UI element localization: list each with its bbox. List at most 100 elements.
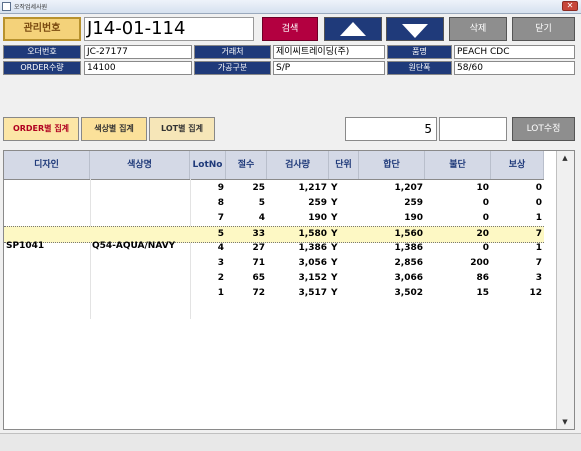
lot-number-input[interactable]: 5: [345, 117, 437, 141]
cell-qty[interactable]: 1,386: [267, 241, 329, 256]
cell-comp[interactable]: 0: [491, 196, 544, 211]
cell-qty[interactable]: 3,152: [267, 271, 329, 286]
cell-lot[interactable]: 7: [190, 211, 226, 226]
cell-unit[interactable]: Y: [329, 196, 359, 211]
cell-sum[interactable]: 2,856: [359, 256, 425, 271]
cell-qty[interactable]: 3,517: [267, 286, 329, 301]
cell-comp[interactable]: 3: [491, 271, 544, 286]
delete-button[interactable]: 삭제: [449, 17, 507, 41]
cell-comp[interactable]: 12: [491, 286, 544, 301]
cell-lot[interactable]: 4: [190, 241, 226, 256]
key-input[interactable]: J14-01-114: [84, 17, 254, 41]
table-row[interactable]: 8 5 259 Y 259 0 0: [4, 196, 544, 211]
order-qty-label: ORDER수량: [3, 61, 81, 75]
cell-unit[interactable]: Y: [329, 211, 359, 226]
window-title: 오작업세사원: [14, 4, 48, 11]
cell-comp[interactable]: 1: [491, 241, 544, 256]
cell-sum[interactable]: 1,560: [359, 227, 425, 242]
window-close-icon[interactable]: ✕: [562, 1, 578, 11]
cell-lot[interactable]: 9: [190, 181, 226, 196]
process-field[interactable]: S/P: [273, 61, 385, 75]
customer-field[interactable]: 제이씨트레이딩(주): [273, 45, 385, 59]
cell-defect[interactable]: 15: [425, 286, 491, 301]
table-row[interactable]: 1 72 3,517 Y 3,502 15 12: [4, 286, 544, 301]
cell-defect[interactable]: 86: [425, 271, 491, 286]
cell-cuts[interactable]: 33: [226, 227, 267, 242]
cell-lot[interactable]: 8: [190, 196, 226, 211]
cell-comp[interactable]: 7: [491, 227, 544, 242]
col-qty[interactable]: 검사량: [267, 151, 329, 179]
cell-qty[interactable]: 190: [267, 211, 329, 226]
cell-qty[interactable]: 1,217: [267, 181, 329, 196]
table-row[interactable]: 9 25 1,217 Y 1,207 10 0: [4, 181, 544, 196]
grid-header: 디자인 색상명 LotNo 절수 검사량 단위 합단 불단 보상: [4, 151, 544, 180]
cell-lot[interactable]: 2: [190, 271, 226, 286]
col-design[interactable]: 디자인: [4, 151, 90, 179]
cell-unit[interactable]: Y: [329, 256, 359, 271]
cell-cuts[interactable]: 27: [226, 241, 267, 256]
vertical-scrollbar[interactable]: ▲ ▼: [556, 151, 574, 429]
col-color[interactable]: 색상명: [90, 151, 190, 179]
cell-sum[interactable]: 259: [359, 196, 425, 211]
lot-extra-input[interactable]: [439, 117, 507, 141]
cell-defect[interactable]: 20: [425, 227, 491, 242]
cell-cuts[interactable]: 65: [226, 271, 267, 286]
cell-qty[interactable]: 1,580: [267, 227, 329, 242]
tab-color-summary[interactable]: 색상별 집계: [81, 117, 147, 141]
lot-edit-button[interactable]: LOT수정: [512, 117, 575, 141]
cell-comp[interactable]: 0: [491, 181, 544, 196]
cell-sum[interactable]: 1,207: [359, 181, 425, 196]
cell-unit[interactable]: Y: [329, 286, 359, 301]
width-field[interactable]: 58/60: [454, 61, 575, 75]
cell-lot[interactable]: 3: [190, 256, 226, 271]
cell-unit[interactable]: Y: [329, 241, 359, 256]
tab-order-summary[interactable]: ORDER별 집계: [3, 117, 79, 141]
cell-unit[interactable]: Y: [329, 181, 359, 196]
col-comp[interactable]: 보상: [491, 151, 544, 179]
cell-defect[interactable]: 10: [425, 181, 491, 196]
cell-defect[interactable]: 200: [425, 256, 491, 271]
customer-label: 거래처: [194, 45, 271, 59]
search-button[interactable]: 검색: [262, 17, 318, 41]
col-defect[interactable]: 불단: [425, 151, 491, 179]
cell-sum[interactable]: 3,502: [359, 286, 425, 301]
cell-comp[interactable]: 1: [491, 211, 544, 226]
col-unit[interactable]: 단위: [329, 151, 359, 179]
cell-defect[interactable]: 0: [425, 211, 491, 226]
table-row[interactable]: 7 4 190 Y 190 0 1: [4, 211, 544, 226]
order-no-field[interactable]: JC-27177: [84, 45, 192, 59]
cell-unit[interactable]: Y: [329, 271, 359, 286]
col-cuts[interactable]: 절수: [226, 151, 267, 179]
cell-lot[interactable]: 5: [190, 227, 226, 242]
cell-sum[interactable]: 190: [359, 211, 425, 226]
table-row[interactable]: 2 65 3,152 Y 3,066 86 3: [4, 271, 544, 286]
cell-qty[interactable]: 259: [267, 196, 329, 211]
cell-sum[interactable]: 3,066: [359, 271, 425, 286]
cell-cuts[interactable]: 5: [226, 196, 267, 211]
process-label: 가공구분: [194, 61, 271, 75]
cell-cuts[interactable]: 71: [226, 256, 267, 271]
scroll-up-icon[interactable]: ▲: [557, 151, 573, 165]
close-button[interactable]: 닫기: [512, 17, 575, 41]
cell-lot[interactable]: 1: [190, 286, 226, 301]
cell-sum[interactable]: 1,386: [359, 241, 425, 256]
cell-cuts[interactable]: 72: [226, 286, 267, 301]
cell-comp[interactable]: 7: [491, 256, 544, 271]
cell-unit[interactable]: Y: [329, 227, 359, 242]
cell-cuts[interactable]: 4: [226, 211, 267, 226]
cell-defect[interactable]: 0: [425, 196, 491, 211]
order-qty-field[interactable]: 14100: [84, 61, 192, 75]
col-lotno[interactable]: LotNo: [190, 151, 226, 179]
cell-defect[interactable]: 0: [425, 241, 491, 256]
item-field[interactable]: PEACH CDC: [454, 45, 575, 59]
color-cell[interactable]: Q54-AQUA/NAVY: [90, 239, 190, 254]
tab-lot-summary[interactable]: LOT별 집계: [149, 117, 215, 141]
design-cell[interactable]: SP1041: [4, 239, 90, 254]
prev-button[interactable]: [324, 17, 382, 41]
table-row[interactable]: 3 71 3,056 Y 2,856 200 7: [4, 256, 544, 271]
cell-cuts[interactable]: 25: [226, 181, 267, 196]
scroll-down-icon[interactable]: ▼: [557, 415, 573, 429]
cell-qty[interactable]: 3,056: [267, 256, 329, 271]
col-sum[interactable]: 합단: [359, 151, 425, 179]
next-button[interactable]: [386, 17, 444, 41]
